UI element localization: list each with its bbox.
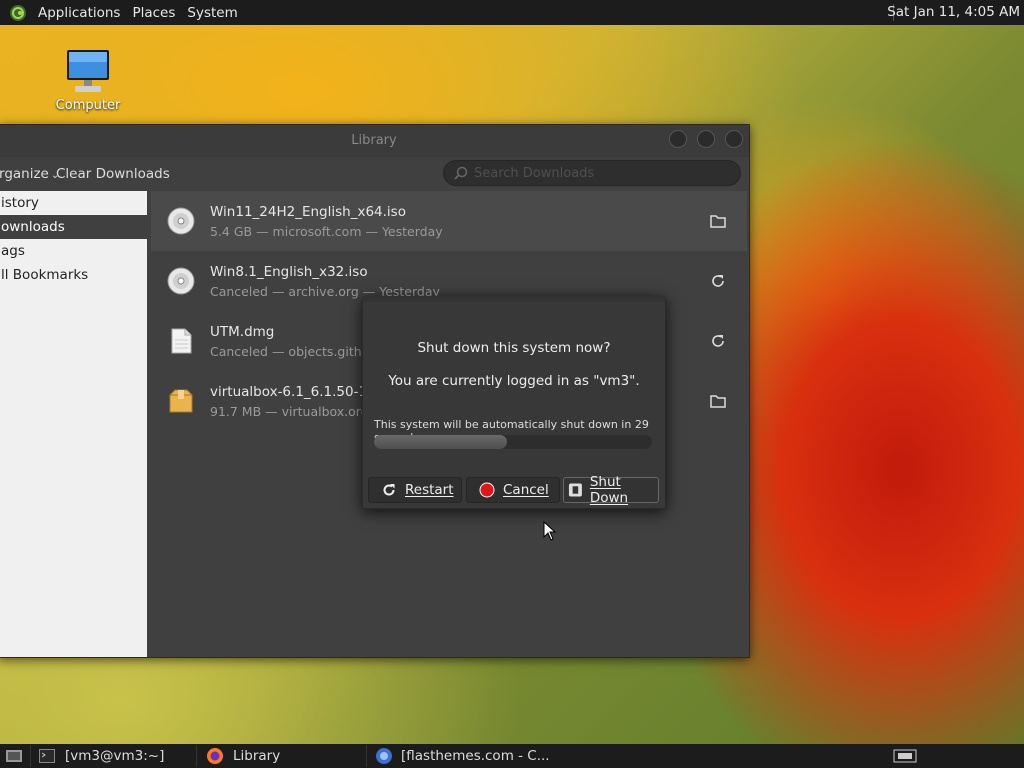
- clear-downloads-button[interactable]: Clear Downloads: [56, 166, 170, 182]
- close-button[interactable]: [725, 130, 743, 148]
- cancel-button[interactable]: Cancel: [466, 477, 560, 503]
- restart-button[interactable]: Restart: [368, 477, 462, 503]
- disc-icon: [167, 207, 195, 235]
- task-terminal[interactable]: [vm3@vm3:~]: [30, 745, 195, 767]
- sidebar-item-history[interactable]: istory: [0, 191, 147, 215]
- retry-icon[interactable]: [709, 332, 727, 350]
- download-name: UTM.dmg: [210, 324, 275, 340]
- firefox-icon: [207, 748, 223, 764]
- library-sidebar: istory ownloads ags ll Bookmarks: [0, 191, 147, 657]
- menu-places[interactable]: Places: [126, 5, 181, 21]
- search-placeholder: Search Downloads: [474, 165, 595, 181]
- workspace-switcher[interactable]: [890, 745, 920, 767]
- logged-in-user: You are currently logged in as "vm3".: [388, 373, 640, 389]
- menu-applications[interactable]: Applications: [32, 5, 126, 21]
- countdown-progress-fill: [374, 435, 508, 449]
- workspace-icon: [893, 749, 917, 763]
- computer-icon: [67, 50, 109, 92]
- clock[interactable]: Sat Jan 11, 4:05 AM: [887, 4, 1020, 20]
- disc-icon: [167, 267, 195, 295]
- browser-icon: [376, 748, 392, 764]
- library-title: Library: [351, 133, 397, 148]
- download-meta: 91.7 MB — virtualbox.org: [210, 404, 369, 419]
- minimize-button[interactable]: [669, 130, 687, 148]
- library-titlebar[interactable]: Library: [0, 125, 749, 157]
- computer-label: Computer: [55, 98, 121, 113]
- retry-icon[interactable]: [709, 272, 727, 290]
- download-name: Win11_24H2_English_x64.iso: [210, 204, 406, 220]
- package-icon: [169, 389, 193, 413]
- download-name: Win8.1_English_x32.iso: [210, 264, 368, 280]
- cancel-icon: [479, 482, 495, 498]
- task-browser[interactable]: [flasthemes.com - C...: [366, 745, 557, 767]
- download-meta: 5.4 GB — microsoft.com — Yesterday: [210, 224, 443, 239]
- shutdown-button[interactable]: Shut Down: [563, 474, 659, 506]
- download-name: virtualbox-6.1_6.1.50-161: [210, 384, 385, 400]
- organize-button[interactable]: rganize ⌄: [0, 166, 59, 182]
- shutdown-dialog: Shut down this system now? You are curre…: [362, 296, 666, 509]
- show-desktop-icon: [6, 750, 22, 762]
- folder-icon[interactable]: [709, 212, 727, 230]
- countdown-progress: [374, 435, 652, 449]
- task-library[interactable]: Library: [196, 745, 365, 767]
- search-input[interactable]: Search Downloads: [443, 160, 741, 186]
- library-toolbar: rganize ⌄ Clear Downloads Search Download…: [0, 157, 749, 191]
- restart-icon: [383, 484, 395, 496]
- show-desktop-button[interactable]: [0, 745, 28, 767]
- document-icon: [171, 328, 192, 354]
- desktop-computer[interactable]: Computer: [52, 46, 124, 113]
- search-icon: [454, 166, 468, 180]
- sidebar-item-all-bookmarks[interactable]: ll Bookmarks: [0, 263, 147, 287]
- shutdown-question: Shut down this system now?: [417, 340, 611, 356]
- sidebar-item-tags[interactable]: ags: [0, 239, 147, 263]
- bottom-taskbar: [vm3@vm3:~] Library [flasthemes.com - C.…: [0, 744, 1024, 768]
- terminal-icon: [39, 749, 55, 763]
- shutdown-icon: [568, 483, 582, 497]
- folder-icon[interactable]: [709, 392, 727, 410]
- maximize-button[interactable]: [697, 130, 715, 148]
- top-panel: Applications Places System Sat Jan 11, 4…: [0, 0, 1024, 25]
- distro-logo-icon[interactable]: [8, 3, 28, 23]
- sidebar-item-downloads[interactable]: ownloads: [0, 215, 147, 239]
- mouse-pointer-icon: [543, 521, 557, 541]
- list-item[interactable]: Win11_24H2_English_x64.iso 5.4 GB — micr…: [151, 191, 747, 251]
- menu-system[interactable]: System: [181, 5, 243, 21]
